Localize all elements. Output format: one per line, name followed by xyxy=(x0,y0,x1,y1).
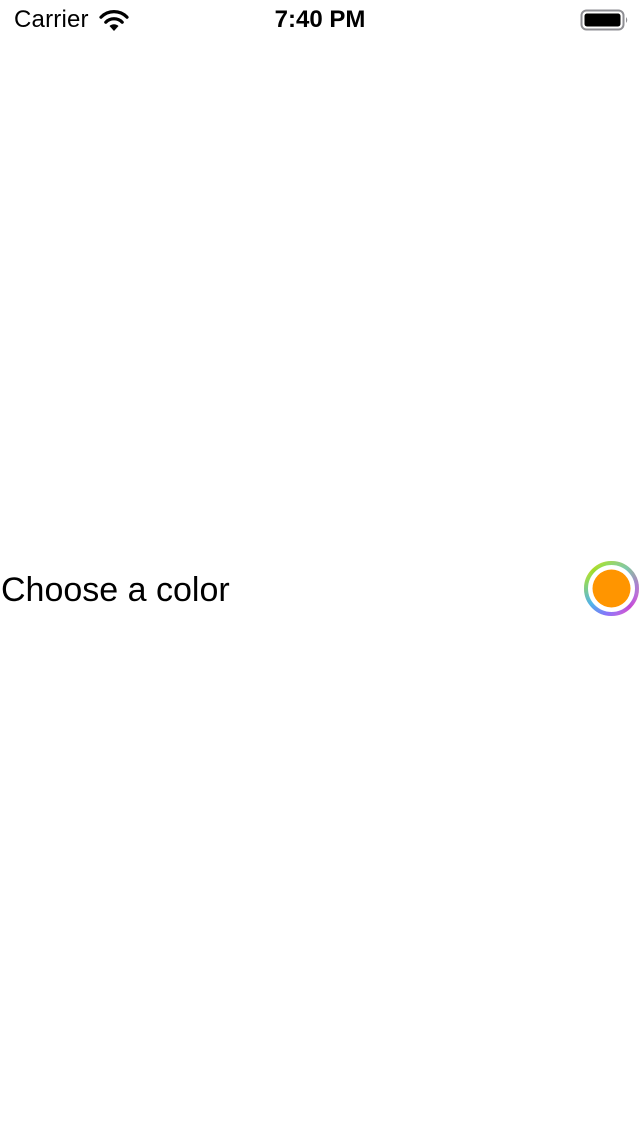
status-time: 7:40 PM xyxy=(274,6,366,33)
selected-color-swatch xyxy=(592,569,631,608)
color-well-icon xyxy=(584,561,639,616)
battery-icon xyxy=(580,9,628,31)
status-bar: Carrier 7:40 PM xyxy=(0,0,640,40)
color-picker-label: Choose a color xyxy=(1,571,230,609)
color-well-button[interactable] xyxy=(583,560,640,617)
color-picker-row: Choose a color xyxy=(0,560,640,618)
